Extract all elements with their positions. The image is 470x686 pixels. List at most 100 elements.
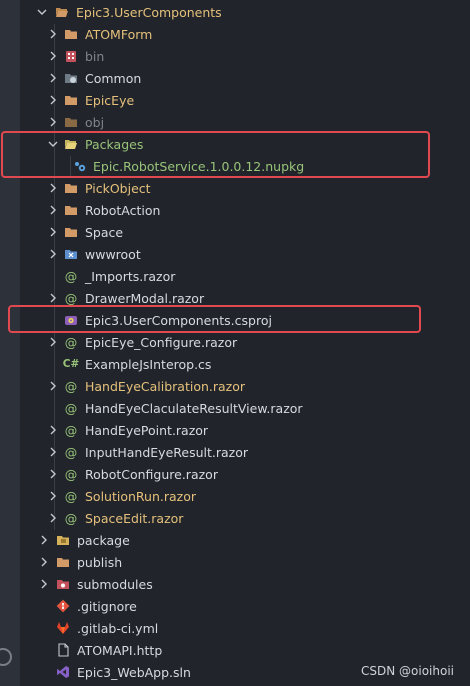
tree-item-obj[interactable]: obj bbox=[20, 111, 470, 133]
tree-item-label: Epic3.UserComponents.csproj bbox=[85, 312, 272, 328]
razor-icon: @ bbox=[64, 466, 78, 482]
tree-item-gitignore[interactable]: .gitignore bbox=[20, 595, 470, 617]
tree-item-label: _Imports.razor bbox=[85, 268, 176, 284]
chevron-right-icon[interactable] bbox=[48, 381, 58, 391]
tree-item-label: wwwroot bbox=[85, 246, 141, 262]
tree-item-label: ExampleJsInterop.cs bbox=[85, 356, 212, 372]
tree-item-label: ATOMForm bbox=[85, 26, 153, 42]
tree-item-label: .gitlab-ci.yml bbox=[77, 620, 159, 636]
chevron-right-icon[interactable] bbox=[48, 51, 58, 61]
tree-item-label: HandEyePoint.razor bbox=[85, 422, 209, 438]
chevron-right-icon[interactable] bbox=[39, 579, 49, 589]
chevron-right-icon[interactable] bbox=[48, 447, 58, 457]
watermark-text: CSDN @oioihoii bbox=[361, 664, 454, 678]
tree-item-epiceye[interactable]: EpicEye bbox=[20, 89, 470, 111]
tree-item-atomapi-http[interactable]: ATOMAPI.http bbox=[20, 639, 470, 661]
tree-item-label: InputHandEyeResult.razor bbox=[85, 444, 249, 460]
folder-icon bbox=[64, 115, 78, 129]
gitlab-icon bbox=[56, 621, 70, 635]
tree-item-label: SpaceEdit.razor bbox=[85, 510, 184, 526]
common-folder-icon bbox=[64, 71, 78, 85]
tree-item-label: EpicEye bbox=[85, 92, 135, 108]
chevron-right-icon[interactable] bbox=[48, 95, 58, 105]
chevron-right-icon[interactable] bbox=[48, 513, 58, 523]
tree-item-inputhandeyeresult-razor[interactable]: @ InputHandEyeResult.razor bbox=[20, 441, 470, 463]
tree-item-epiceye-configure-razor[interactable]: @ EpicEye_Configure.razor bbox=[20, 331, 470, 353]
activity-bar bbox=[0, 0, 20, 686]
folder-open-icon bbox=[55, 5, 69, 19]
tree-item-submodules[interactable]: submodules bbox=[20, 573, 470, 595]
tree-item-label: ATOMAPI.http bbox=[77, 642, 163, 658]
tree-item-label: HandEyeCalibration.razor bbox=[85, 378, 246, 394]
tree-item-handeyepoint-razor[interactable]: @ HandEyePoint.razor bbox=[20, 419, 470, 441]
tree-item-drawermodal-razor[interactable]: @ DrawerModal.razor bbox=[20, 287, 470, 309]
tree-item-label: Epic3_WebApp.sln bbox=[77, 664, 191, 680]
chevron-down-icon[interactable] bbox=[37, 7, 47, 17]
chevron-right-icon[interactable] bbox=[48, 293, 58, 303]
razor-icon: @ bbox=[64, 488, 78, 504]
chevron-right-icon[interactable] bbox=[39, 535, 49, 545]
chevron-right-icon[interactable] bbox=[48, 183, 58, 193]
chevron-right-icon[interactable] bbox=[48, 249, 58, 259]
tree-item-wwwroot[interactable]: wwwroot bbox=[20, 243, 470, 265]
tree-item-common[interactable]: Common bbox=[20, 67, 470, 89]
tree-item-gitlab-ci-yml[interactable]: .gitlab-ci.yml bbox=[20, 617, 470, 639]
razor-icon: @ bbox=[64, 444, 78, 460]
tree-item-label: HandEyeClaculateResultView.razor bbox=[85, 400, 303, 416]
chevron-right-icon[interactable] bbox=[48, 73, 58, 83]
chevron-right-icon[interactable] bbox=[48, 205, 58, 215]
tree-item-label: package bbox=[77, 532, 130, 548]
tree-item-label: obj bbox=[85, 114, 105, 130]
tree-item-pickobject[interactable]: PickObject bbox=[20, 177, 470, 199]
nuget-icon bbox=[73, 159, 87, 173]
tree-item-examplejsinterop-cs[interactable]: C# ExampleJsInterop.cs bbox=[20, 353, 470, 375]
tree-item-label: publish bbox=[77, 554, 123, 570]
tree-item-package[interactable]: package bbox=[20, 529, 470, 551]
tree-item-label: RobotConfigure.razor bbox=[85, 466, 218, 482]
explorer-panel: Epic3.UserComponents ATOMForm bin Common bbox=[0, 0, 470, 686]
visual-studio-icon bbox=[56, 665, 70, 679]
razor-icon: @ bbox=[64, 400, 78, 416]
tree-item-handeyecalibration-razor[interactable]: @ HandEyeCalibration.razor bbox=[20, 375, 470, 397]
razor-icon: @ bbox=[64, 290, 78, 306]
razor-icon: @ bbox=[64, 268, 78, 284]
razor-icon: @ bbox=[64, 510, 78, 526]
tree-item-label: submodules bbox=[77, 576, 153, 592]
tree-item-atomform[interactable]: ATOMForm bbox=[20, 23, 470, 45]
tree-item-robotconfigure-razor[interactable]: @ RobotConfigure.razor bbox=[20, 463, 470, 485]
tree-item-imports-razor[interactable]: @ _Imports.razor bbox=[20, 265, 470, 287]
tree-item-packages[interactable]: Packages bbox=[20, 133, 470, 155]
chevron-right-icon[interactable] bbox=[48, 469, 58, 479]
chevron-right-icon[interactable] bbox=[48, 117, 58, 127]
chevron-down-icon[interactable] bbox=[48, 139, 58, 149]
tree-item-label: Space bbox=[85, 224, 124, 240]
tree-item-handeyeclaculateresultview-razor[interactable]: @ HandEyeClaculateResultView.razor bbox=[20, 397, 470, 419]
www-folder-icon bbox=[64, 247, 78, 261]
bin-folder-icon bbox=[64, 49, 78, 63]
git-folder-icon bbox=[56, 577, 70, 591]
tree-root-epic3-usercomponents[interactable]: Epic3.UserComponents bbox=[20, 1, 470, 23]
folder-icon bbox=[64, 225, 78, 239]
tree-item-space[interactable]: Space bbox=[20, 221, 470, 243]
account-icon[interactable] bbox=[0, 648, 12, 666]
tree-item-label: Epic3.UserComponents bbox=[76, 4, 222, 20]
razor-icon: @ bbox=[64, 422, 78, 438]
tree-item-publish[interactable]: publish bbox=[20, 551, 470, 573]
chevron-right-icon[interactable] bbox=[48, 29, 58, 39]
chevron-right-icon[interactable] bbox=[48, 425, 58, 435]
chevron-right-icon[interactable] bbox=[48, 491, 58, 501]
tree-item-label: EpicEye_Configure.razor bbox=[85, 334, 238, 350]
tree-item-robotaction[interactable]: RobotAction bbox=[20, 199, 470, 221]
http-file-icon bbox=[56, 643, 70, 657]
tree-item-spaceedit-razor[interactable]: @ SpaceEdit.razor bbox=[20, 507, 470, 529]
folder-icon bbox=[64, 93, 78, 107]
folder-open-icon bbox=[64, 137, 78, 151]
chevron-right-icon[interactable] bbox=[48, 337, 58, 347]
chevron-right-icon[interactable] bbox=[48, 227, 58, 237]
tree-item-csproj[interactable]: Epic3.UserComponents.csproj bbox=[20, 309, 470, 331]
tree-item-nupkg[interactable]: Epic.RobotService.1.0.0.12.nupkg bbox=[20, 155, 470, 177]
chevron-right-icon[interactable] bbox=[39, 557, 49, 567]
git-icon bbox=[56, 599, 70, 613]
tree-item-solutionrun-razor[interactable]: @ SolutionRun.razor bbox=[20, 485, 470, 507]
tree-item-bin[interactable]: bin bbox=[20, 45, 470, 67]
